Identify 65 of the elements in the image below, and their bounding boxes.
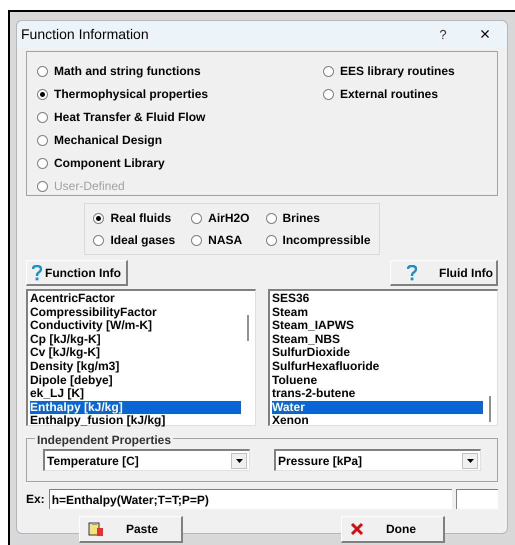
list-item[interactable]: ek_LJ [K] bbox=[30, 387, 241, 401]
example-label: Ex: bbox=[26, 491, 45, 508]
blank-field[interactable] bbox=[456, 489, 498, 509]
list-item[interactable]: SulfurHexafluoride bbox=[272, 360, 483, 374]
list-item[interactable]: Steam bbox=[272, 306, 483, 320]
radio-button[interactable] bbox=[323, 88, 334, 100]
question-mark-icon bbox=[407, 264, 417, 280]
list-item[interactable]: trans-2-butene bbox=[272, 387, 483, 401]
radio-button[interactable] bbox=[191, 212, 202, 224]
radio-button[interactable] bbox=[93, 234, 104, 246]
radio-label: User-Defined bbox=[54, 178, 125, 195]
radio-label: Math and string functions bbox=[54, 63, 201, 80]
radio-label: Thermophysical properties bbox=[54, 86, 208, 103]
dropdown[interactable]: Temperature [C] bbox=[43, 449, 250, 471]
list-item[interactable]: Cp [kJ/kg-K] bbox=[30, 332, 241, 346]
radio-button[interactable] bbox=[37, 158, 48, 168]
radio-button[interactable] bbox=[37, 112, 48, 122]
radio-label: Mechanical Design bbox=[54, 132, 162, 149]
list-item[interactable]: Xenon bbox=[272, 414, 483, 428]
radio-label: Real fluids bbox=[110, 210, 172, 227]
list-item[interactable]: Steam_IAPWS bbox=[272, 319, 483, 333]
fluid-info-button[interactable]: Fluid Info bbox=[390, 260, 498, 286]
clipboard-icon bbox=[88, 521, 104, 537]
radio-label: Ideal gases bbox=[110, 232, 176, 249]
radio-label: AirH2O bbox=[208, 210, 250, 227]
window-title: Function Information bbox=[21, 25, 150, 44]
radio-label: Brines bbox=[282, 210, 320, 227]
close-button[interactable]: × bbox=[463, 21, 507, 48]
dropdown[interactable]: Pressure [kPa] bbox=[274, 449, 481, 471]
paste-button[interactable]: Paste bbox=[79, 516, 183, 543]
list-item[interactable]: Steam_NBS bbox=[272, 332, 483, 346]
list-item[interactable]: AcentricFactor bbox=[30, 292, 241, 306]
list-item[interactable]: Enthalpy [kJ/kg] bbox=[30, 400, 241, 414]
list-item[interactable]: Density [kg/m3] bbox=[30, 360, 241, 374]
help-button[interactable]: ? bbox=[423, 24, 463, 44]
scroll-thumb[interactable] bbox=[247, 315, 249, 341]
example-field[interactable]: h=Enthalpy(Water;T=T;P=P) bbox=[48, 489, 452, 509]
list-item[interactable]: CompressibilityFactor bbox=[30, 306, 241, 320]
radio-button[interactable] bbox=[37, 88, 48, 100]
radio-label: External routines bbox=[340, 86, 438, 103]
list-item[interactable]: Dipole [debye] bbox=[30, 374, 241, 388]
radio-button[interactable] bbox=[266, 234, 277, 246]
radio-button[interactable] bbox=[191, 234, 202, 246]
list-item[interactable]: Enthalpy_fusion [kJ/kg] bbox=[30, 414, 241, 428]
radio-label: NASA bbox=[208, 232, 242, 249]
radio-button[interactable] bbox=[266, 212, 277, 224]
done-button[interactable]: Done bbox=[341, 516, 445, 543]
scroll-thumb[interactable] bbox=[489, 396, 491, 422]
radio-button[interactable] bbox=[37, 134, 48, 146]
radio-label: Incompressible bbox=[282, 232, 371, 249]
list-item[interactable]: Cv [kJ/kg-K] bbox=[30, 346, 241, 360]
radio-label: Component Library bbox=[54, 155, 165, 172]
question-mark-icon bbox=[32, 264, 42, 280]
list-item[interactable]: SES36 bbox=[272, 292, 483, 306]
list-item[interactable]: Water bbox=[272, 400, 483, 414]
radio-button[interactable] bbox=[93, 212, 104, 224]
radio-label: EES library routines bbox=[340, 63, 455, 80]
radio-button[interactable] bbox=[323, 66, 334, 76]
list-item[interactable]: Toluene bbox=[272, 374, 483, 388]
list-item[interactable]: Conductivity [W/m-K] bbox=[30, 319, 241, 333]
function-info-button[interactable]: Function Info bbox=[26, 260, 128, 286]
radio-button[interactable] bbox=[37, 66, 48, 76]
radio-label: Heat Transfer & Fluid Flow bbox=[54, 109, 206, 126]
x-mark-icon bbox=[350, 522, 364, 536]
list-item[interactable]: SulfurDioxide bbox=[272, 346, 483, 360]
